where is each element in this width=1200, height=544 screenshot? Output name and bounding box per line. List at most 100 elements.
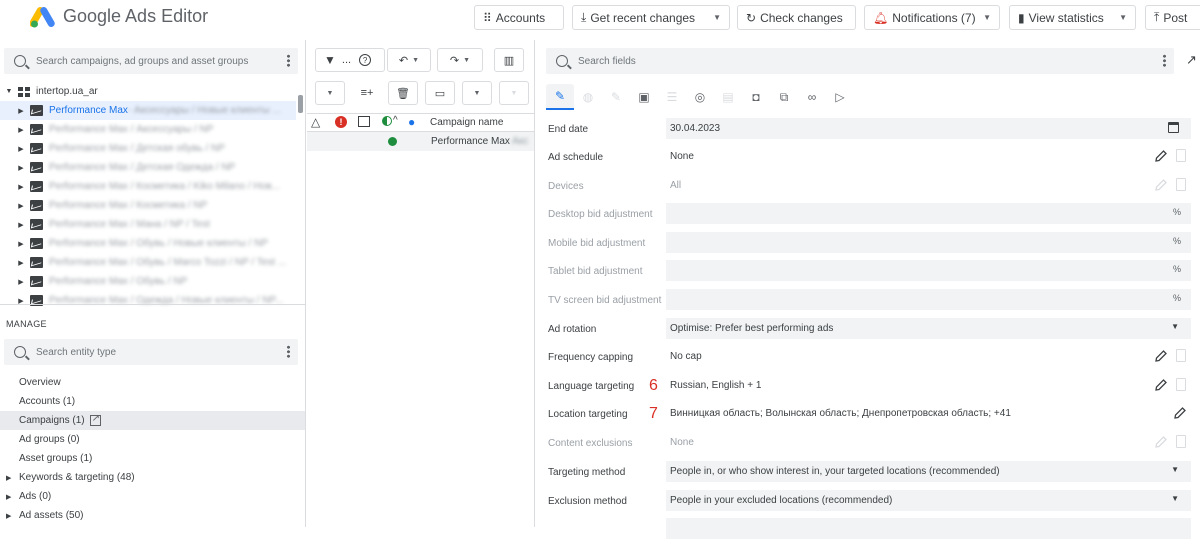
dropdown-caret-icon[interactable]: ▼	[1171, 465, 1179, 474]
tree-campaign-row[interactable]: ▶ Performance Max / Обувь / Marco Tozzi /…	[0, 253, 296, 272]
tab-image[interactable]: ▣	[630, 84, 658, 110]
open-external-icon[interactable]: ↗	[1186, 52, 1197, 68]
table-row[interactable]: Performance Max - Акс	[307, 132, 534, 151]
delete-button[interactable]: 🗑︎	[388, 81, 418, 105]
tree-account-row[interactable]: ▼ intertop.ua_ar	[0, 82, 296, 101]
clipboard-icon[interactable]	[1176, 378, 1186, 391]
view-statistics-button[interactable]: ▮ View statistics ▼	[1009, 5, 1136, 30]
redo-button[interactable]: ↷ ▼	[437, 48, 483, 72]
error-icon[interactable]: !	[335, 116, 347, 128]
next-row-field[interactable]	[666, 518, 1191, 539]
get-recent-changes-button[interactable]: ⤓ Get recent changes ▼	[572, 5, 730, 30]
expand-right-icon[interactable]: ▶	[6, 474, 11, 482]
expand-right-icon[interactable]: ▶	[16, 183, 26, 191]
field-search-input[interactable]: Search fields	[546, 48, 1174, 74]
dropdown-caret-icon[interactable]: ▼	[1171, 494, 1179, 503]
tree-campaign-row[interactable]: ▶ Performance Max / Мана / NP / Test	[0, 215, 296, 234]
entity-asset-groups[interactable]: Asset groups (1)	[0, 449, 305, 468]
expand-right-icon[interactable]: ▶	[16, 202, 26, 210]
entity-ad-assets[interactable]: ▶ Ad assets (50)	[0, 506, 305, 525]
add-list-button[interactable]: ≡+	[352, 81, 382, 105]
undo-button[interactable]: ↶ ▼	[387, 48, 431, 72]
check-changes-button[interactable]: ↻ Check changes	[737, 5, 856, 30]
tab-chart[interactable]: ⧉	[770, 84, 798, 110]
post-button[interactable]: ⤒ Post	[1145, 5, 1200, 30]
clipboard-icon[interactable]	[1176, 149, 1186, 162]
tree-campaign-row[interactable]: ▶ Performance Max - Аксессуары / Новые кл…	[0, 101, 296, 120]
entity-ad-groups[interactable]: Ad groups (0)	[0, 430, 305, 449]
tab-note[interactable]: ◘	[742, 84, 770, 110]
notifications-button[interactable]: 🔔︎ Notifications (7) ▼	[864, 5, 1000, 30]
marker-icon[interactable]: ●	[408, 115, 415, 129]
expand-right-icon[interactable]: ▶	[16, 107, 26, 115]
columns-button[interactable]: ▥	[494, 48, 524, 72]
more-dropdown-button[interactable]: ▼	[462, 81, 492, 105]
tree-campaign-row[interactable]: ▶ Performance Max / Обувь / Новые клиенты…	[0, 234, 296, 253]
help-icon[interactable]: ?	[359, 54, 372, 66]
mobile-bid-field[interactable]: %	[666, 232, 1191, 253]
tree-campaign-row[interactable]: ▶ Performance Max / Косметика / NP	[0, 196, 296, 215]
targeting-method-select[interactable]: People in, or who show interest in, your…	[666, 461, 1191, 482]
accounts-button[interactable]: ⠿ Accounts	[474, 5, 564, 30]
tv-bid-field[interactable]: %	[666, 289, 1191, 310]
tree-campaign-row[interactable]: ▶ Performance Max / Детская обувь / NP	[0, 139, 296, 158]
chevron-down-icon[interactable]: ▼	[463, 57, 470, 64]
expand-right-icon[interactable]: ▶	[16, 278, 26, 286]
exclusion-method-select[interactable]: People in your excluded locations (recom…	[666, 490, 1191, 511]
status-icon[interactable]	[382, 116, 392, 126]
chevron-down-icon[interactable]: ▼	[412, 57, 419, 64]
dropdown-caret-icon[interactable]: ▼	[1171, 322, 1179, 331]
add-dropdown-button[interactable]: ▼	[315, 81, 345, 105]
pencil-icon[interactable]	[1155, 150, 1167, 162]
entity-search-input[interactable]: Search entity type	[4, 339, 298, 365]
filter-button[interactable]: ▼ ... ?	[315, 48, 385, 72]
tree-campaign-row[interactable]: ▶ Performance Max / Детская Одежда / NP	[0, 158, 296, 177]
chevron-down-icon[interactable]: ▼	[1119, 13, 1127, 22]
tree-campaign-row[interactable]: ▶ Performance Max / Одежда / Новые клиент…	[0, 291, 296, 310]
expand-right-icon[interactable]: ▶	[16, 126, 26, 134]
open-in-new-icon[interactable]	[89, 413, 101, 426]
expand-right-icon[interactable]: ▶	[16, 221, 26, 229]
entity-ads[interactable]: ▶ Ads (0)	[0, 487, 305, 506]
tree-campaign-row[interactable]: ▶ Performance Max / Обувь / NP	[0, 272, 296, 291]
video-button[interactable]: ▭	[425, 81, 455, 105]
entity-accounts[interactable]: Accounts (1)	[0, 392, 305, 411]
entity-overview[interactable]: Overview	[0, 373, 305, 392]
comment-icon[interactable]	[358, 116, 370, 127]
clipboard-icon[interactable]	[1176, 349, 1186, 362]
expand-right-icon[interactable]: ▶	[6, 512, 11, 520]
tab-edit[interactable]: ✎	[546, 84, 574, 110]
tablet-bid-field[interactable]: %	[666, 260, 1191, 281]
expand-right-icon[interactable]: ▶	[6, 493, 11, 501]
expand-right-icon[interactable]: ▶	[16, 240, 26, 248]
tab-target[interactable]: ◎	[686, 84, 714, 110]
tree-campaign-row[interactable]: ▶ Performance Max / Аксессуары / NP	[0, 120, 296, 139]
campaign-search-input[interactable]: Search campaigns, ad groups and asset gr…	[4, 48, 298, 74]
expand-right-icon[interactable]: ▶	[16, 164, 26, 172]
pencil-icon[interactable]	[1174, 407, 1186, 419]
pencil-icon[interactable]	[1155, 350, 1167, 362]
more-vert-icon[interactable]	[287, 54, 290, 67]
ad-rotation-select[interactable]: Optimise: Prefer best performing ads ▼	[666, 318, 1191, 339]
sort-up-icon[interactable]: ^	[393, 115, 398, 126]
expand-right-icon[interactable]: ▶	[16, 145, 26, 153]
tab-label[interactable]: ▷	[826, 84, 854, 110]
column-campaign-name[interactable]: Campaign name	[430, 117, 503, 128]
warning-icon[interactable]: △	[311, 115, 320, 129]
end-date-field[interactable]: 30.04.2023	[666, 118, 1191, 139]
calendar-icon[interactable]	[1168, 122, 1179, 133]
tree-scrollbar[interactable]	[298, 95, 303, 113]
panel-divider[interactable]	[0, 304, 306, 305]
chevron-down-icon[interactable]: ▼	[983, 13, 991, 22]
chevron-down-icon[interactable]: ▼	[713, 13, 721, 22]
desktop-bid-field[interactable]: %	[666, 203, 1191, 224]
tree-campaign-row[interactable]: ▶ Performance Max / Косметика / Kiko Mila…	[0, 177, 296, 196]
tab-link[interactable]: ∞	[798, 84, 826, 110]
expand-right-icon[interactable]: ▶	[16, 259, 26, 267]
entity-keywords-targeting[interactable]: ▶ Keywords & targeting (48)	[0, 468, 305, 487]
more-vert-icon[interactable]	[287, 345, 290, 358]
entity-campaigns[interactable]: Campaigns (1)	[0, 411, 305, 430]
expand-down-icon[interactable]: ▼	[4, 88, 14, 95]
more-vert-icon[interactable]	[1163, 54, 1166, 67]
pencil-icon[interactable]	[1155, 379, 1167, 391]
